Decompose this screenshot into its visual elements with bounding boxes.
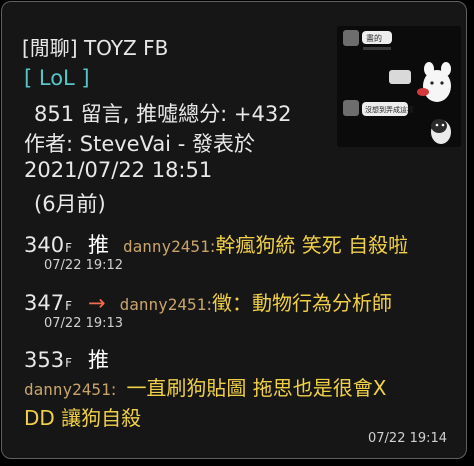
push-tag: 推 <box>88 348 109 372</box>
comment-row: 347F → danny2451 : 徵：動物行為分析師 <box>24 287 392 316</box>
push-tag: 推 <box>88 233 109 257</box>
comment-floor: 347F <box>24 291 72 315</box>
comment-time: 07/22 19:14 <box>368 431 448 446</box>
avatar-icon <box>343 30 359 46</box>
post-date: 2021/07/22 18:51 <box>24 158 213 182</box>
comment-user[interactable]: danny2451 <box>24 380 111 399</box>
comment-body: danny2451 : 一直刷狗貼圖 拖思也是很會X <box>24 372 387 401</box>
chat-bubble <box>389 70 411 84</box>
post-thumbnail[interactable]: 晝的 沒想到弄成這樣 <box>337 26 461 147</box>
board-link[interactable]: [ LoL ] <box>24 66 90 90</box>
comment-separator: : <box>110 380 117 400</box>
comment-content-continued: DD 讓狗自殺 <box>24 406 142 430</box>
post-author: 作者: SteveVai - 發表於 <box>24 132 255 156</box>
comment-row: 353F 推 <box>24 344 109 374</box>
chat-bubble-text: 沒想到弄成這樣 <box>365 105 414 114</box>
comment-content: 一直刷狗貼圖 拖思也是很會X <box>126 376 387 400</box>
comment-row: 340F 推 danny2451 : 幹瘋狗統 笑死 自殺啦 <box>24 229 408 259</box>
post-stats: 851 留言, 推噓總分: +432 <box>34 102 292 126</box>
post-title[interactable]: [閒聊] TOYZ FB <box>22 32 168 61</box>
comment-floor: 353F <box>24 348 72 372</box>
comment-time: 07/22 19:13 <box>44 316 124 331</box>
comment-user[interactable]: danny2451 <box>123 237 210 256</box>
avatar-icon <box>343 100 359 116</box>
post-age: (6月前) <box>34 192 106 216</box>
chat-bubble-text: 晝的 <box>366 33 382 43</box>
arrow-tag-icon: → <box>88 291 106 315</box>
comment-content: 徵：動物行為分析師 <box>212 291 393 315</box>
thumbnail-image: 晝的 沒想到弄成這樣 <box>337 26 461 147</box>
comment-content: 幹瘋狗統 笑死 自殺啦 <box>215 233 409 257</box>
comment-floor: 340F <box>24 233 72 257</box>
comment-time: 07/22 19:12 <box>44 258 124 273</box>
comment-user[interactable]: danny2451 <box>120 295 207 314</box>
